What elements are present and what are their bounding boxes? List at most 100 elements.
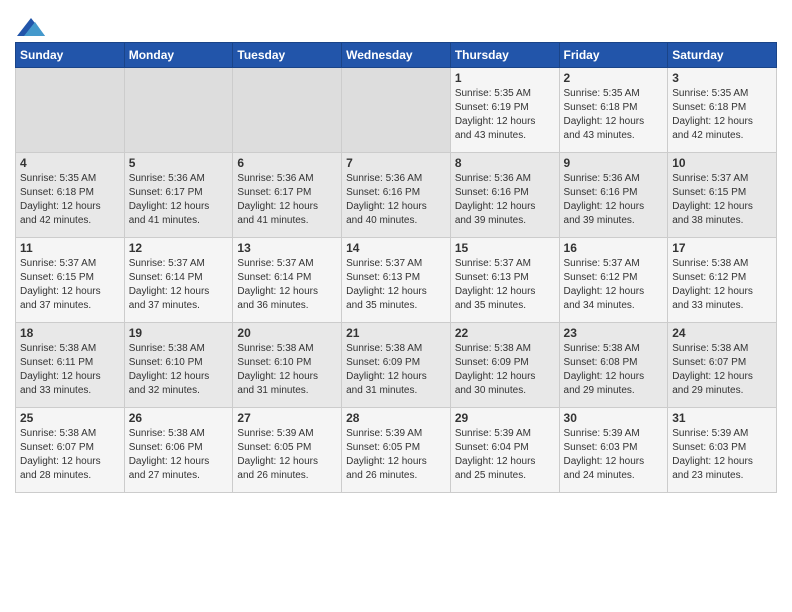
day-number: 10 xyxy=(672,156,772,170)
daylight-label: Daylight: 12 hours and 35 minutes. xyxy=(346,286,427,311)
day-number: 31 xyxy=(672,411,772,425)
cell-content: Sunrise: 5:39 AMSunset: 6:05 PMDaylight:… xyxy=(346,427,446,483)
cell-content: Sunrise: 5:38 AM Sunset: 6:07 PM Daylight:… xyxy=(20,427,120,483)
sunset-label: Sunset: 6:16 PM xyxy=(346,187,420,198)
cell-content: Sunrise: 5:39 AMSunset: 6:05 PMDaylight:… xyxy=(237,427,337,483)
week-row-1: 1Sunrise: 5:35 AMSunset: 6:19 PMDaylight… xyxy=(16,68,777,153)
sunset-label: Sunset: 6:18 PM xyxy=(564,102,638,113)
sunset-label: Sunset: 6:14 PM xyxy=(129,272,203,283)
cell-content: Sunrise: 5:37 AMSunset: 6:15 PMDaylight:… xyxy=(672,172,772,228)
day-number: 8 xyxy=(455,156,555,170)
day-number: 11 xyxy=(20,241,120,255)
calendar-cell: 19Sunrise: 5:38 AMSunset: 6:10 PMDayligh… xyxy=(124,323,233,408)
cell-content: Sunrise: 5:38 AMSunset: 6:11 PMDaylight:… xyxy=(20,342,120,398)
sunset-label: Sunset: 6:13 PM xyxy=(346,272,420,283)
calendar-body: 1Sunrise: 5:35 AMSunset: 6:19 PMDaylight… xyxy=(16,68,777,493)
cell-content: Sunrise: 5:38 AMSunset: 6:12 PMDaylight:… xyxy=(672,257,772,313)
calendar-cell xyxy=(233,68,342,153)
day-number: 24 xyxy=(672,326,772,340)
daylight-label: Daylight: 12 hours and 37 minutes. xyxy=(129,286,210,311)
calendar-cell: 3Sunrise: 5:35 AMSunset: 6:18 PMDaylight… xyxy=(668,68,777,153)
daylight-label: Daylight: 12 hours and 39 minutes. xyxy=(455,201,536,226)
sunset-label: Sunset: 6:05 PM xyxy=(346,442,420,453)
cell-content: Sunrise: 5:36 AMSunset: 6:16 PMDaylight:… xyxy=(564,172,664,228)
sunrise-label: Sunrise: 5:38 AM xyxy=(564,343,640,354)
day-number: 30 xyxy=(564,411,664,425)
calendar-table: SundayMondayTuesdayWednesdayThursdayFrid… xyxy=(15,42,777,493)
day-number: 23 xyxy=(564,326,664,340)
cell-content: Sunrise: 5:38 AMSunset: 6:09 PMDaylight:… xyxy=(346,342,446,398)
sunrise-label: Sunrise: 5:36 AM xyxy=(455,173,531,184)
sunset-label: Sunset: 6:11 PM xyxy=(20,357,93,368)
daylight-label: Daylight: 12 hours and 33 minutes. xyxy=(672,286,753,311)
cell-content: Sunrise: 5:38 AMSunset: 6:06 PMDaylight:… xyxy=(129,427,229,483)
sunrise-label: Sunrise: 5:37 AM xyxy=(564,258,640,269)
sunset-label: Sunset: 6:03 PM xyxy=(672,442,746,453)
sunrise-label: Sunrise: 5:38 AM xyxy=(20,343,96,354)
daylight-label: Daylight: 12 hours and 26 minutes. xyxy=(237,456,318,481)
daylight-label: Daylight: 12 hours and 30 minutes. xyxy=(455,371,536,396)
daylight-label: Daylight: 12 hours and 27 minutes. xyxy=(129,456,210,481)
sunrise-label: Sunrise: 5:37 AM xyxy=(237,258,313,269)
calendar-cell: 12Sunrise: 5:37 AMSunset: 6:14 PMDayligh… xyxy=(124,238,233,323)
calendar-cell: 7Sunrise: 5:36 AMSunset: 6:16 PMDaylight… xyxy=(342,153,451,238)
day-number: 7 xyxy=(346,156,446,170)
daylight-label: Daylight: 12 hours and 26 minutes. xyxy=(346,456,427,481)
sunrise-label: Sunrise: 5:38 AM xyxy=(20,428,96,439)
logo xyxy=(15,18,45,36)
day-number: 6 xyxy=(237,156,337,170)
sunrise-label: Sunrise: 5:38 AM xyxy=(672,343,748,354)
daylight-label: Daylight: 12 hours and 37 minutes. xyxy=(20,286,101,311)
sunrise-label: Sunrise: 5:39 AM xyxy=(455,428,531,439)
daylight-label: Daylight: 12 hours and 28 minutes. xyxy=(20,456,101,481)
calendar-cell: 25Sunrise: 5:38 AMSunset: 6:07 PMDayligh… xyxy=(16,408,125,493)
sunset-label: Sunset: 6:19 PM xyxy=(455,102,529,113)
calendar-cell: 23Sunrise: 5:38 AMSunset: 6:08 PMDayligh… xyxy=(559,323,668,408)
daylight-label: Daylight: 12 hours and 41 minutes. xyxy=(129,201,210,226)
sunset-label: Sunset: 6:09 PM xyxy=(455,357,529,368)
header-day-thursday: Thursday xyxy=(450,43,559,68)
daylight-label: Daylight: 12 hours and 42 minutes. xyxy=(20,201,101,226)
cell-content: Sunrise: 5:37 AM Sunset: 6:14 PM Daylight:… xyxy=(129,257,229,313)
sunset-label: Sunset: 6:15 PM xyxy=(20,272,94,283)
cell-content: Sunrise: 5:35 AMSunset: 6:18 PMDaylight:… xyxy=(672,87,772,143)
sunrise-label: Sunrise: 5:36 AM xyxy=(129,173,205,184)
sunset-label: Sunset: 6:08 PM xyxy=(564,357,638,368)
daylight-label: Daylight: 12 hours and 40 minutes. xyxy=(346,201,427,226)
day-number: 15 xyxy=(455,241,555,255)
calendar-cell: 20Sunrise: 5:38 AMSunset: 6:10 PMDayligh… xyxy=(233,323,342,408)
calendar-cell: 31Sunrise: 5:39 AMSunset: 6:03 PMDayligh… xyxy=(668,408,777,493)
cell-content: Sunrise: 5:38 AM Sunset: 6:09 PM Daylight:… xyxy=(455,342,555,398)
calendar-cell: 17 Sunrise: 5:38 AMSunset: 6:12 PMDayligh… xyxy=(668,238,777,323)
sunset-label: Sunset: 6:09 PM xyxy=(346,357,420,368)
day-number: 9 xyxy=(564,156,664,170)
calendar-cell: 26Sunrise: 5:38 AMSunset: 6:06 PMDayligh… xyxy=(124,408,233,493)
sunrise-label: Sunrise: 5:37 AM xyxy=(129,258,205,269)
sunset-label: Sunset: 6:10 PM xyxy=(237,357,311,368)
daylight-label: Daylight: 12 hours and 36 minutes. xyxy=(237,286,318,311)
sunset-label: Sunset: 6:10 PM xyxy=(129,357,203,368)
sunset-label: Sunset: 6:17 PM xyxy=(129,187,203,198)
sunset-label: Sunset: 6:14 PM xyxy=(237,272,311,283)
sunrise-label: Sunrise: 5:38 AM xyxy=(129,343,205,354)
daylight-label: Daylight: 12 hours and 41 minutes. xyxy=(237,201,318,226)
calendar-cell: 21Sunrise: 5:38 AMSunset: 6:09 PMDayligh… xyxy=(342,323,451,408)
sunset-label: Sunset: 6:16 PM xyxy=(564,187,638,198)
sunset-label: Sunset: 6:13 PM xyxy=(455,272,529,283)
day-number: 22 xyxy=(455,326,555,340)
day-number: 2 xyxy=(564,71,664,85)
header-day-wednesday: Wednesday xyxy=(342,43,451,68)
cell-content: Sunrise: 5:39 AMSunset: 6:04 PMDaylight:… xyxy=(455,427,555,483)
week-row-4: 18Sunrise: 5:38 AMSunset: 6:11 PMDayligh… xyxy=(16,323,777,408)
calendar-header: SundayMondayTuesdayWednesdayThursdayFrid… xyxy=(16,43,777,68)
cell-content: Sunrise: 5:37 AM Sunset: 6:14 PM Daylight:… xyxy=(237,257,337,313)
calendar-cell xyxy=(16,68,125,153)
header-row: SundayMondayTuesdayWednesdayThursdayFrid… xyxy=(16,43,777,68)
cell-content: Sunrise: 5:35 AMSunset: 6:18 PMDaylight:… xyxy=(564,87,664,143)
sunrise-label: Sunrise: 5:35 AM xyxy=(20,173,96,184)
day-number: 17 xyxy=(672,241,772,255)
sunset-label: Sunset: 6:15 PM xyxy=(672,187,746,198)
sunset-label: Sunset: 6:07 PM xyxy=(20,442,94,453)
sunrise-label: Sunrise: 5:38 AM xyxy=(455,343,531,354)
sunset-label: Sunset: 6:12 PM xyxy=(672,272,746,283)
